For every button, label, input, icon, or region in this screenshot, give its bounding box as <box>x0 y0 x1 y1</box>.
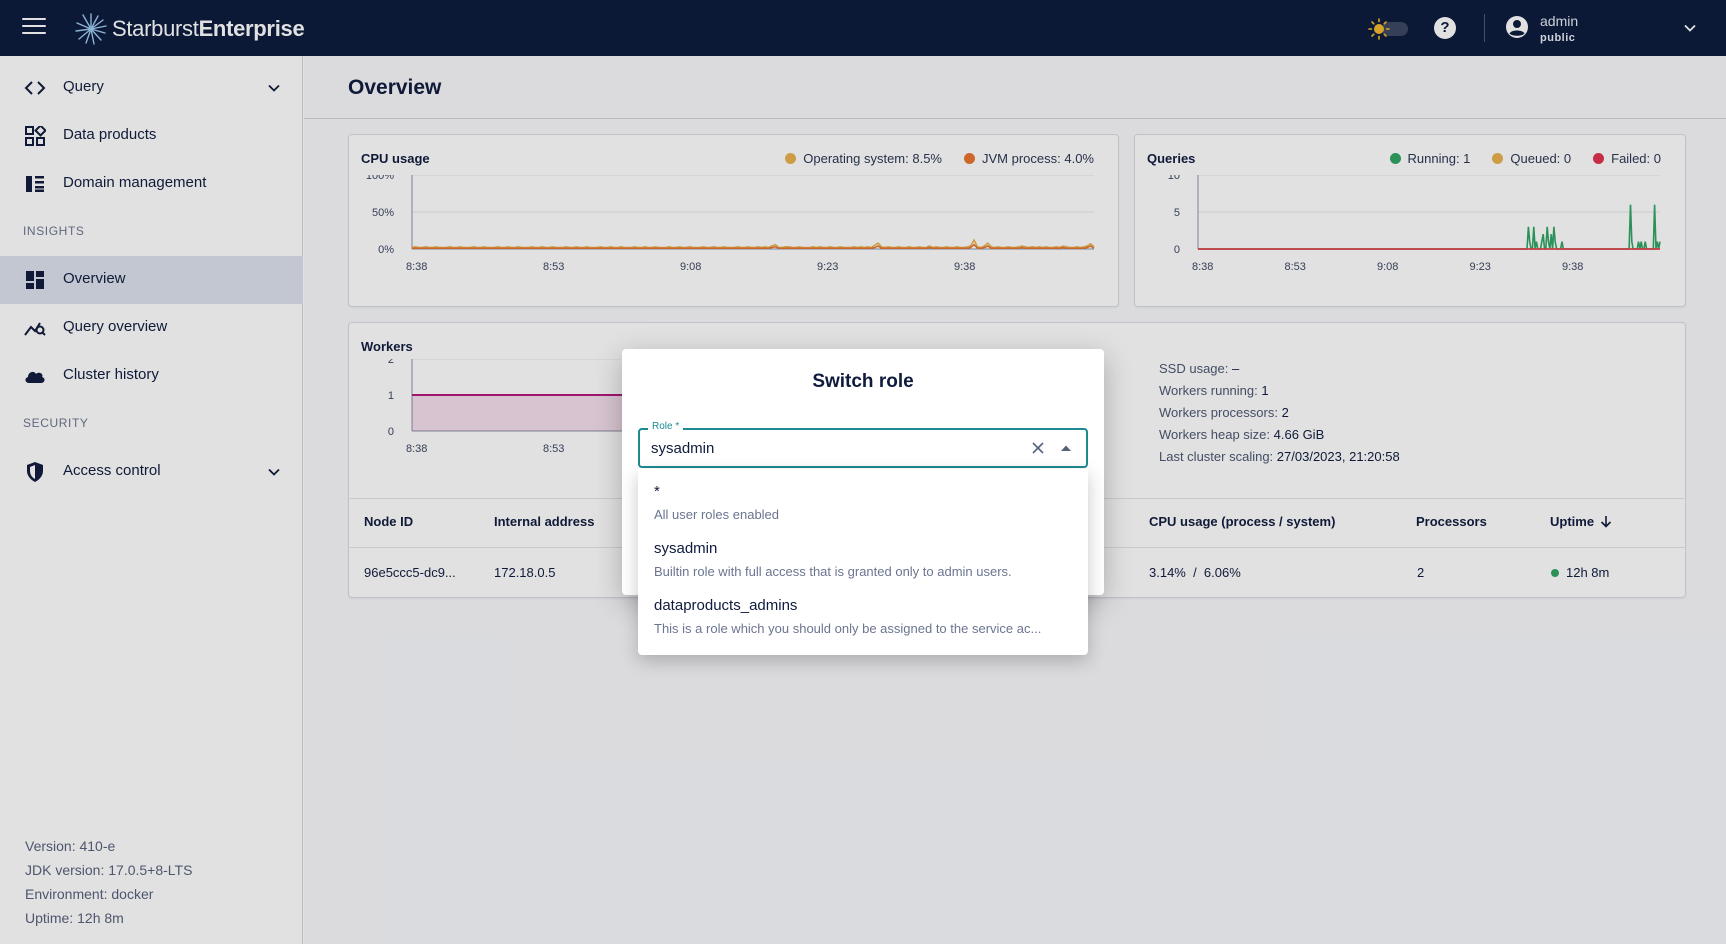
dialog-title: Switch role <box>812 371 914 392</box>
option-description: All user roles enabled <box>654 507 780 522</box>
option-description: This is a role which you should only be … <box>654 621 1042 636</box>
role-option-sysadmin[interactable]: sysadmin Builtin role with full access t… <box>638 526 1088 582</box>
caret-up-icon[interactable] <box>1060 444 1072 452</box>
option-name: sysadmin <box>654 540 718 557</box>
option-name: * <box>654 483 660 500</box>
role-option-dataproducts-admins[interactable]: dataproducts_admins This is a role which… <box>638 583 1088 639</box>
option-description: Builtin role with full access that is gr… <box>654 564 1012 579</box>
role-field-label: Role * <box>648 421 684 432</box>
option-name: dataproducts_admins <box>654 597 798 614</box>
role-option-all[interactable]: * All user roles enabled <box>638 469 1088 525</box>
clear-icon[interactable] <box>1030 440 1046 456</box>
role-options-list: * All user roles enabled sysadmin Builti… <box>638 469 1088 655</box>
role-select-field[interactable]: Role * sysadmin <box>638 421 1088 468</box>
role-field-value[interactable]: sysadmin <box>651 440 714 457</box>
